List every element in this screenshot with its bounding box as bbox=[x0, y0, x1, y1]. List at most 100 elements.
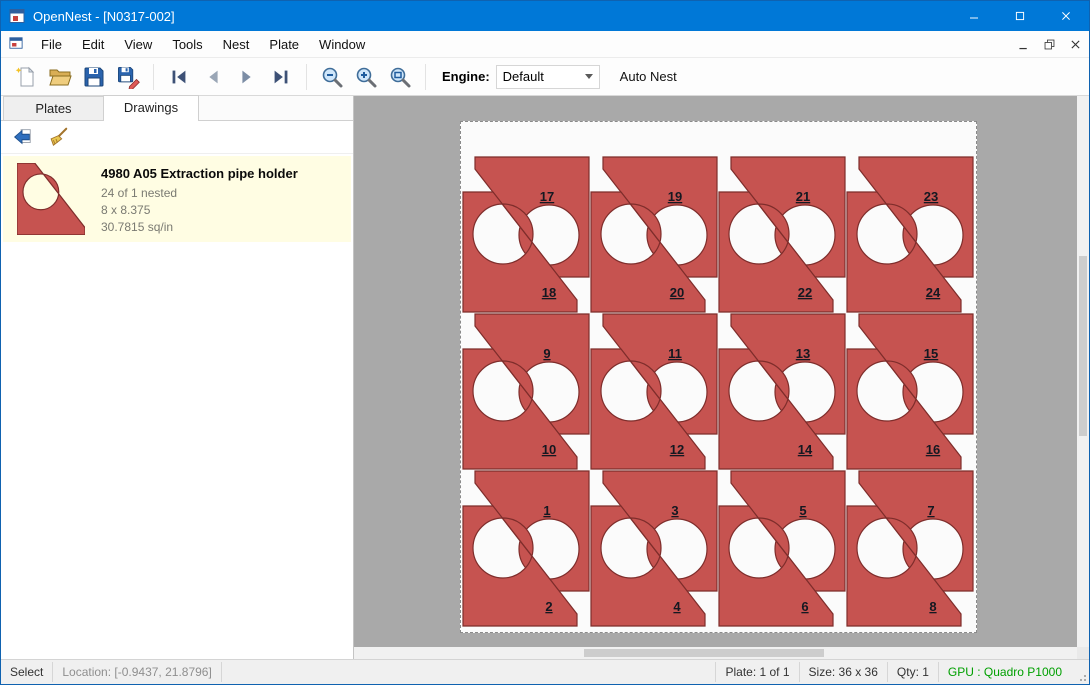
next-arrow-icon bbox=[236, 66, 258, 88]
mdi-close-button[interactable] bbox=[1063, 33, 1087, 55]
main-toolbar: Engine: Default Auto Nest bbox=[1, 57, 1089, 96]
nest-layout: 171819202122232491011121314151612345678 bbox=[461, 122, 976, 632]
mdi-minimize-button[interactable] bbox=[1011, 33, 1035, 55]
import-drawing-button[interactable] bbox=[7, 124, 37, 151]
part-number-label: 2 bbox=[545, 599, 552, 614]
next-button[interactable] bbox=[230, 61, 264, 93]
nested-part[interactable] bbox=[591, 192, 705, 312]
engine-label: Engine: bbox=[442, 69, 490, 84]
zoom-in-button[interactable] bbox=[349, 61, 383, 93]
open-folder-icon bbox=[48, 65, 72, 89]
save-edit-icon bbox=[116, 65, 140, 89]
nest-pair-block[interactable]: 78 bbox=[847, 471, 973, 626]
menu-nest[interactable]: Nest bbox=[213, 33, 260, 56]
last-button[interactable] bbox=[264, 61, 298, 93]
mdi-restore-button[interactable] bbox=[1037, 33, 1061, 55]
save-button[interactable] bbox=[77, 61, 111, 93]
nested-part[interactable] bbox=[463, 349, 577, 469]
app-window: OpenNest - [N0317-002] File Edit View To… bbox=[0, 0, 1090, 685]
status-gpu: GPU : Quadro P1000 bbox=[939, 660, 1071, 684]
vertical-scrollbar[interactable] bbox=[1077, 96, 1089, 647]
nested-part[interactable] bbox=[591, 506, 705, 626]
part-number-label: 22 bbox=[798, 285, 812, 300]
sidebar: Plates Drawings 4980 A05 Extraction pipe… bbox=[1, 96, 354, 659]
status-location: Location: [-0.9437, 21.8796] bbox=[53, 660, 220, 684]
app-icon bbox=[9, 8, 25, 24]
nested-part[interactable] bbox=[719, 192, 833, 312]
zoom-fit-icon bbox=[388, 65, 412, 89]
close-button[interactable] bbox=[1043, 1, 1089, 31]
nest-pair-block[interactable]: 2122 bbox=[719, 157, 845, 312]
nested-part[interactable] bbox=[847, 349, 961, 469]
menu-tools[interactable]: Tools bbox=[162, 33, 212, 56]
drawing-list-item[interactable]: 4980 A05 Extraction pipe holder 24 of 1 … bbox=[3, 156, 351, 242]
nested-part[interactable] bbox=[847, 192, 961, 312]
nested-part[interactable] bbox=[591, 349, 705, 469]
menu-plate[interactable]: Plate bbox=[259, 33, 309, 56]
menu-file[interactable]: File bbox=[31, 33, 72, 56]
plate: 171819202122232491011121314151612345678 bbox=[460, 121, 977, 633]
nested-part[interactable] bbox=[463, 192, 577, 312]
part-number-label: 6 bbox=[801, 599, 808, 614]
nest-pair-block[interactable]: 56 bbox=[719, 471, 845, 626]
nest-pair-block[interactable]: 1314 bbox=[719, 314, 845, 469]
nest-pair-block[interactable]: 1718 bbox=[463, 157, 589, 312]
nest-canvas[interactable]: 171819202122232491011121314151612345678 bbox=[354, 96, 1089, 659]
save-edit-button[interactable] bbox=[111, 61, 145, 93]
engine-select[interactable]: Default bbox=[496, 65, 600, 89]
clear-button[interactable] bbox=[43, 124, 73, 151]
part-number-label: 18 bbox=[542, 285, 556, 300]
nest-pair-block[interactable]: 12 bbox=[463, 471, 589, 626]
part-number-label: 8 bbox=[929, 599, 936, 614]
part-number-label: 3 bbox=[671, 503, 678, 518]
part-number-label: 15 bbox=[924, 346, 938, 361]
nest-pair-block[interactable]: 2324 bbox=[847, 157, 973, 312]
part-number-label: 9 bbox=[543, 346, 550, 361]
nest-pair-block[interactable]: 910 bbox=[463, 314, 589, 469]
status-plate: Plate: 1 of 1 bbox=[716, 660, 798, 684]
menu-window[interactable]: Window bbox=[309, 33, 375, 56]
nest-pair-block[interactable]: 1516 bbox=[847, 314, 973, 469]
part-thumbnail bbox=[9, 164, 93, 234]
drawing-area: 30.7815 sq/in bbox=[101, 219, 345, 236]
zoom-out-button[interactable] bbox=[315, 61, 349, 93]
nest-pair-block[interactable]: 1920 bbox=[591, 157, 717, 312]
new-file-button[interactable] bbox=[9, 61, 43, 93]
nested-part[interactable] bbox=[719, 349, 833, 469]
broom-icon bbox=[47, 126, 69, 148]
nest-pair-block[interactable]: 34 bbox=[591, 471, 717, 626]
nested-part[interactable] bbox=[463, 506, 577, 626]
previous-arrow-icon bbox=[202, 66, 224, 88]
new-file-icon bbox=[14, 65, 38, 89]
vertical-scrollbar-thumb[interactable] bbox=[1079, 256, 1087, 436]
minimize-button[interactable] bbox=[951, 1, 997, 31]
open-button[interactable] bbox=[43, 61, 77, 93]
part-number-label: 17 bbox=[540, 189, 554, 204]
resize-grip[interactable] bbox=[1071, 660, 1089, 684]
nest-pair-block[interactable]: 1112 bbox=[591, 314, 717, 469]
part-number-label: 4 bbox=[673, 599, 681, 614]
part-number-label: 5 bbox=[799, 503, 806, 518]
part-number-label: 14 bbox=[798, 442, 813, 457]
part-number-label: 23 bbox=[924, 189, 938, 204]
auto-nest-button[interactable]: Auto Nest bbox=[610, 64, 687, 89]
previous-button[interactable] bbox=[196, 61, 230, 93]
menu-edit[interactable]: Edit bbox=[72, 33, 114, 56]
first-button[interactable] bbox=[162, 61, 196, 93]
nested-part[interactable] bbox=[719, 506, 833, 626]
window-title: OpenNest - [N0317-002] bbox=[33, 9, 175, 24]
tab-drawings[interactable]: Drawings bbox=[103, 95, 199, 121]
tab-strip: Plates Drawings bbox=[1, 96, 353, 121]
zoom-in-icon bbox=[354, 65, 378, 89]
horizontal-scrollbar-thumb[interactable] bbox=[584, 649, 824, 657]
horizontal-scrollbar[interactable] bbox=[354, 647, 1077, 659]
document-icon bbox=[9, 36, 25, 52]
title-bar: OpenNest - [N0317-002] bbox=[1, 1, 1089, 31]
menu-view[interactable]: View bbox=[114, 33, 162, 56]
menu-bar: File Edit View Tools Nest Plate Window bbox=[1, 31, 1089, 57]
zoom-fit-button[interactable] bbox=[383, 61, 417, 93]
maximize-button[interactable] bbox=[997, 1, 1043, 31]
status-size: Size: 36 x 36 bbox=[800, 660, 887, 684]
nested-part[interactable] bbox=[847, 506, 961, 626]
tab-plates[interactable]: Plates bbox=[3, 96, 104, 120]
